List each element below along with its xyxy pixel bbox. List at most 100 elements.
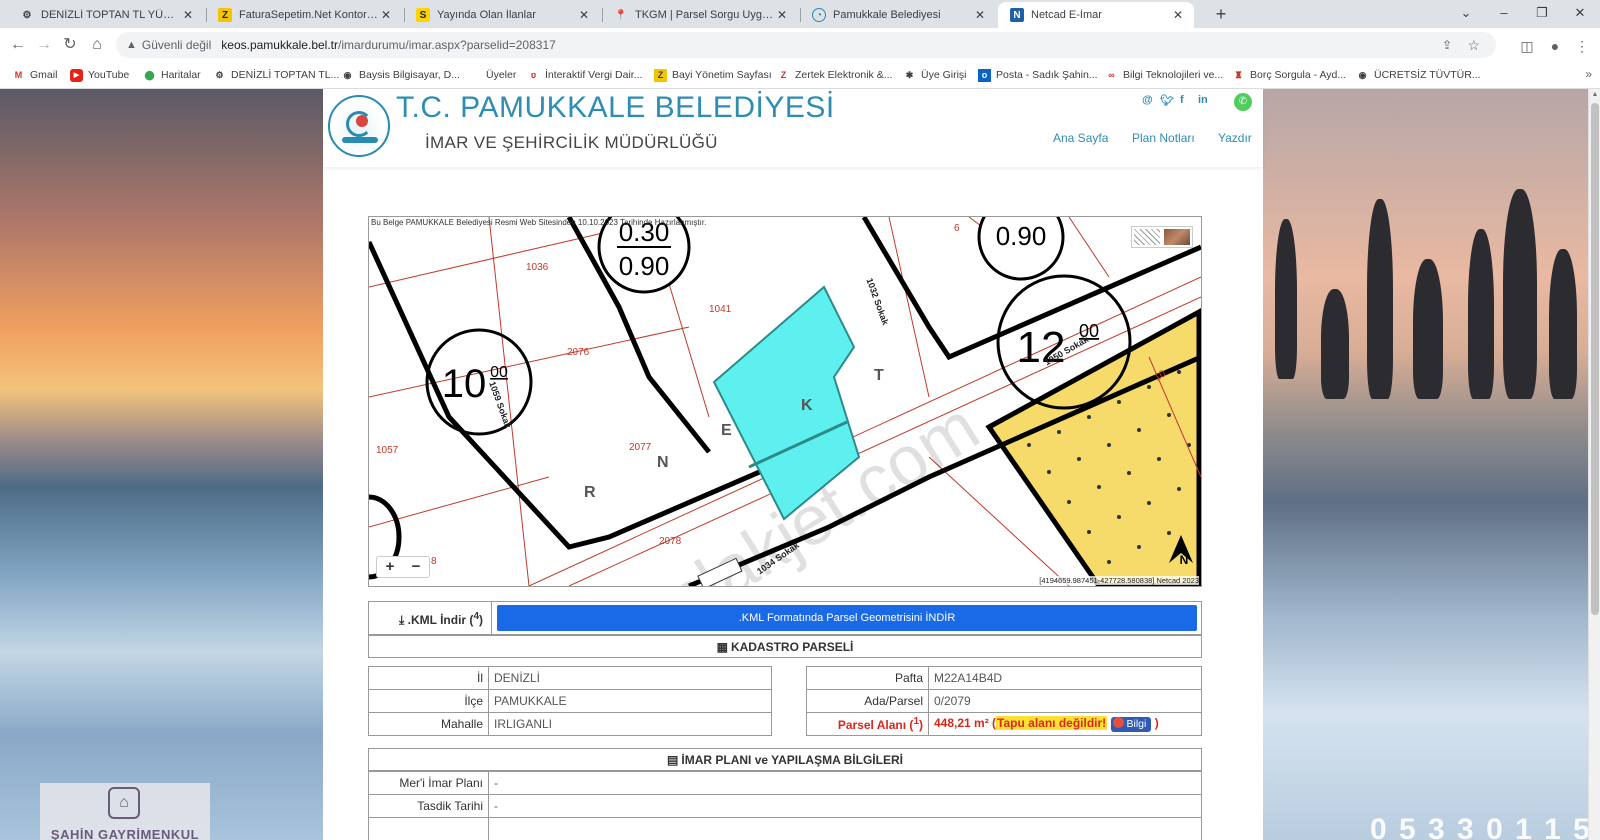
close-icon[interactable]: ✕	[180, 8, 196, 22]
tab-tkgm[interactable]: 📍 TKGM | Parsel Sorgu Uygulaması ✕	[602, 2, 798, 28]
gear-icon: ⚙	[215, 69, 224, 80]
scrollbar-thumb[interactable]	[1591, 103, 1599, 615]
url-host: keos.pamukkale.bel.tr	[221, 38, 338, 52]
back-button[interactable]: ←	[6, 34, 30, 56]
bookmark-vergi[interactable]: ʋ İnteraktif Vergi Dair...	[527, 67, 643, 83]
tab-netcad-eimar[interactable]: N Netcad E-İmar ✕	[998, 2, 1194, 28]
bookmark-posta[interactable]: o Posta - Sadık Şahin...	[978, 67, 1098, 83]
info-button[interactable]: Bilgi	[1110, 717, 1152, 732]
bookmark-haritalar[interactable]: ⬤ Haritalar	[143, 67, 200, 83]
side-panel-icon[interactable]: ◫	[1517, 36, 1537, 56]
linkedin-icon[interactable]: in	[1198, 94, 1208, 106]
zoom-out-button[interactable]: −	[403, 557, 429, 577]
map-note: Bu Belge PAMUKKALE Belediyesi Resmi Web …	[371, 218, 707, 227]
bookmark-label: Gmail	[30, 69, 58, 81]
bookmark-youtube[interactable]: ▶ YouTube	[70, 67, 129, 83]
nav-plan-notlari[interactable]: Plan Notları	[1132, 131, 1195, 145]
zoning-map[interactable]: emlakjet.com 0.30 0.90 0.90 10 00 12 00 …	[368, 216, 1202, 587]
bookmark-label: Posta - Sadık Şahin...	[996, 69, 1098, 81]
bookmark-borc-sorgula[interactable]: ♜ Borç Sorgula - Ayd...	[1232, 67, 1346, 83]
maps-icon: ⬤	[144, 69, 155, 80]
bookmark-label: İnteraktif Vergi Dair...	[545, 69, 643, 81]
bookmark-ucretsiz-tuvtur[interactable]: ◉ ÜCRETSİZ TÜVTÜR...	[1356, 67, 1481, 83]
layer-switcher[interactable]	[1131, 226, 1193, 248]
nav-yazdir[interactable]: Yazdır	[1218, 131, 1252, 145]
close-icon[interactable]: ✕	[972, 8, 988, 22]
layer-plan-thumb[interactable]	[1134, 229, 1160, 245]
site-title: T.C. PAMUKKALE BELEDİYESİ	[396, 91, 835, 124]
bookmark-star-icon[interactable]: ☆	[1467, 37, 1480, 54]
new-tab-button[interactable]: +	[1211, 4, 1231, 24]
zone-letter: K	[801, 397, 813, 414]
whatsapp-icon[interactable]: ✆	[1234, 93, 1252, 111]
zoning-map-canvas: emlakjet.com 0.30 0.90 0.90 10 00 12 00 …	[369, 217, 1201, 586]
road-label: 1032 Sokak	[864, 277, 891, 327]
kml-download-button[interactable]: .KML Formatında Parsel Geometrisini İNDİ…	[497, 605, 1197, 631]
forward-button[interactable]: →	[32, 34, 56, 56]
density-bottom-1: 0.90	[619, 251, 670, 281]
facebook-icon[interactable]: f	[1180, 94, 1184, 106]
minimize-button[interactable]: –	[1486, 0, 1522, 28]
tab-title: TKGM | Parsel Sorgu Uygulaması	[635, 9, 774, 21]
close-icon[interactable]: ✕	[774, 8, 790, 22]
tab-title: Netcad E-İmar	[1031, 9, 1102, 21]
table-row: Ada/Parsel 0/2079	[806, 689, 1202, 713]
zoom-in-button[interactable]: +	[377, 557, 403, 577]
height-int-1: 10	[442, 362, 487, 406]
scroll-up-icon[interactable]: ▲	[1589, 91, 1600, 98]
layer-satellite-thumb[interactable]	[1164, 229, 1190, 245]
tab-pamukkale-belediyesi[interactable]: ◔ Pamukkale Belediyesi ✕	[800, 2, 996, 28]
puzzle-icon: ✱	[905, 69, 914, 80]
bookmark-gmail[interactable]: M Gmail	[12, 67, 58, 83]
home-button[interactable]: ⌂	[85, 34, 109, 56]
field-key: İl	[368, 666, 489, 690]
background-photo-right	[1263, 89, 1588, 840]
z-logo-icon: Z	[218, 8, 232, 22]
field-key: İlçe	[368, 689, 489, 713]
bookmark-bayi-yonetim[interactable]: Z Bayi Yönetim Sayfası	[654, 67, 772, 83]
tab-yayinda-ilanlar[interactable]: S Yayında Olan İlanlar ✕	[404, 2, 600, 28]
tab-faturasepetim[interactable]: Z FaturaSepetim.Net Kontor Yönet ✕	[206, 2, 402, 28]
company-name: ŞAHİN GAYRİMENKUL	[50, 827, 200, 840]
close-icon[interactable]: ✕	[378, 8, 394, 22]
field-value: 0/2079	[928, 689, 1202, 713]
parcel-number: 8	[431, 556, 437, 567]
bookmark-bilgi-teknolojileri[interactable]: ∞ Bilgi Teknolojileri ve...	[1105, 67, 1223, 83]
profile-avatar[interactable]: ●	[1545, 36, 1565, 56]
gmail-icon: M	[14, 70, 23, 80]
tab-denizli-toptan[interactable]: ⚙ DENİZLİ TOPTAN TL YÜKLEME ✕	[8, 2, 204, 28]
page-scrollbar[interactable]: ▲	[1588, 89, 1600, 840]
grid-icon: ▦	[716, 640, 728, 654]
restore-button[interactable]: ❐	[1524, 0, 1560, 28]
email-icon[interactable]: @	[1142, 94, 1153, 106]
nav-ana-sayfa[interactable]: Ana Sayfa	[1053, 131, 1108, 145]
kadastro-right-table: Pafta M22A14B4D Ada/Parsel 0/2079 Parsel…	[806, 666, 1202, 736]
close-icon[interactable]: ✕	[1170, 8, 1186, 22]
bookmark-baysis[interactable]: ◉ Baysis Bilgisayar, D...	[341, 67, 460, 83]
bookmark-denizli-toptan[interactable]: ⚙ DENİZLİ TOPTAN TL...	[213, 67, 339, 83]
bookmark-label: Zertek Elektronik &...	[795, 69, 893, 81]
phone-overlay: 0 5 3 3 0 1 1 5 1	[1370, 813, 1592, 840]
house-icon: ⌂	[108, 787, 140, 819]
z-logo-icon: Z	[654, 68, 667, 82]
parcel-number: 1036	[526, 262, 549, 273]
bookmark-zertek[interactable]: Z Zertek Elektronik &...	[777, 67, 893, 83]
density-bottom-2: 0.90	[996, 221, 1047, 251]
height-dec-1: 00	[490, 364, 508, 381]
close-window-button[interactable]: ✕	[1562, 0, 1598, 28]
bookmark-uye-girisi[interactable]: ✱ Üye Girişi	[903, 67, 967, 83]
address-bar[interactable]: ▲ Güvenli değil keos.pamukkale.bel.tr /i…	[116, 32, 1496, 58]
reload-button[interactable]: ↻	[58, 34, 82, 56]
bookmark-uyeler[interactable]: Üyeler	[468, 67, 516, 83]
netcad-icon: N	[1010, 8, 1024, 22]
menu-icon[interactable]: ⋮	[1572, 36, 1592, 56]
close-icon[interactable]: ✕	[576, 8, 592, 22]
bookmarks-overflow-icon[interactable]: »	[1585, 67, 1592, 81]
share-icon[interactable]: ⇪	[1442, 38, 1452, 52]
map-coordinates: [4194659.987451-427728.580838] Netcad 20…	[1039, 576, 1199, 585]
tab-search-button[interactable]: ⌄	[1448, 0, 1484, 28]
municipality-icon: ◔	[812, 8, 826, 22]
twitter-icon[interactable]: 🐦︎	[1160, 94, 1174, 107]
globe-icon: ◉	[1358, 69, 1367, 80]
browser-toolbar: ← → ↻ ⌂ ▲ Güvenli değil keos.pamukkale.b…	[0, 28, 1600, 62]
